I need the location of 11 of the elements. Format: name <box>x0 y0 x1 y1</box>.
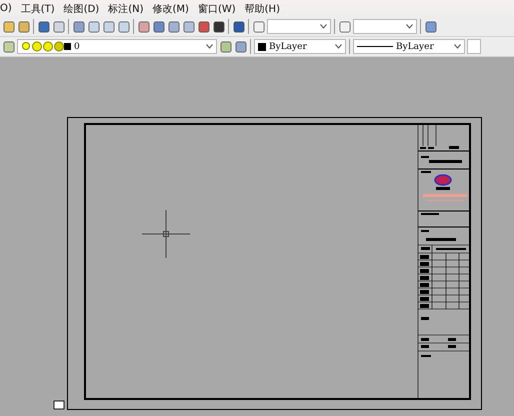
menu-item[interactable]: 帮助(H) <box>240 2 284 16</box>
layer-name: 0 <box>74 42 81 52</box>
menu-item[interactable]: 窗口(W) <box>192 2 240 16</box>
menu-item[interactable]: 标注(N) <box>103 2 148 16</box>
linetype-dropdown[interactable]: ByLayer <box>353 39 465 54</box>
menu-item[interactable]: 修改(M) <box>148 2 193 16</box>
menu-item[interactable]: O) <box>0 3 16 14</box>
menu-item[interactable]: 绘图(D) <box>58 2 104 16</box>
color-dropdown[interactable]: ByLayer <box>254 39 346 54</box>
menu-item[interactable]: 工具(T) <box>16 2 59 16</box>
layer-dropdown[interactable]: 0 <box>17 39 217 54</box>
